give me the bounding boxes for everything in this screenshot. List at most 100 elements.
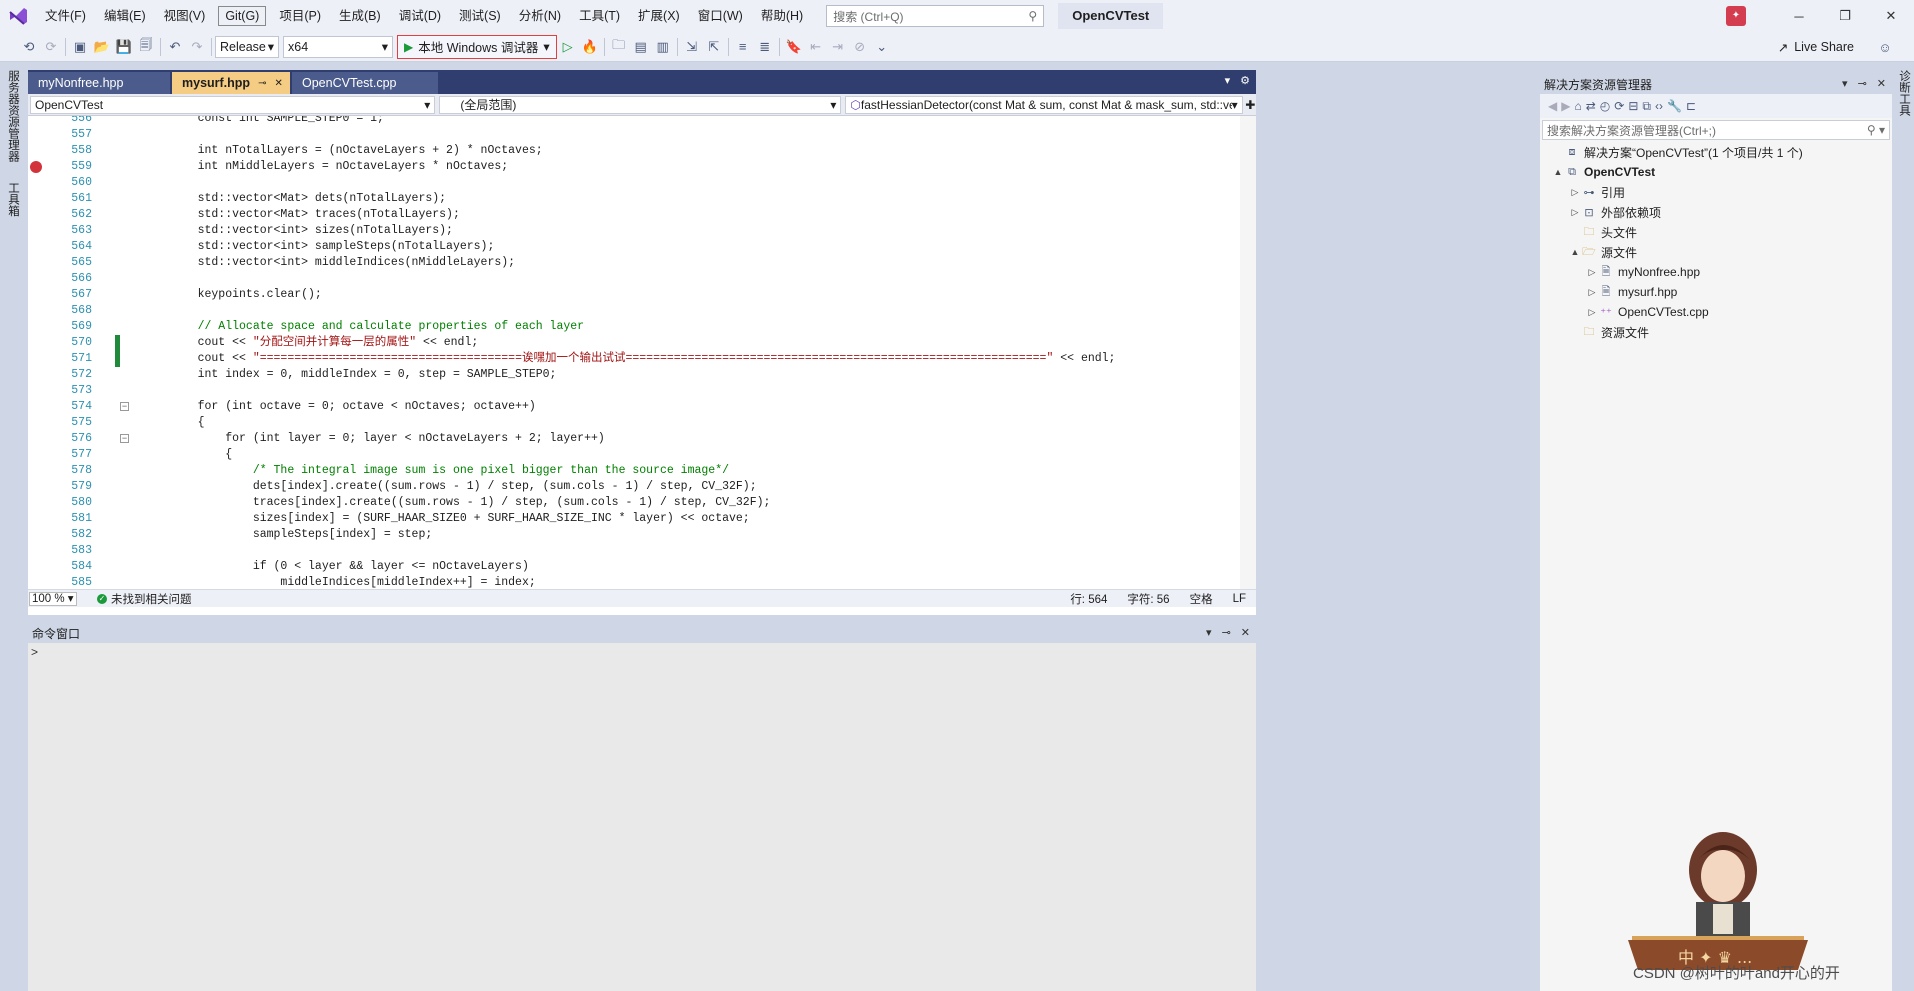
menu-item[interactable]: 帮助(H): [752, 0, 812, 32]
close-icon[interactable]: ✕: [1877, 77, 1886, 90]
tree-item[interactable]: ▲ ⧉ OpenCVTest: [1540, 162, 1892, 182]
code-line[interactable]: 578 /* The integral image sum is one pix…: [28, 463, 1228, 479]
collapse-all-icon[interactable]: ⊟: [1628, 99, 1638, 113]
tab-opencvtest[interactable]: OpenCVTest.cpp: [292, 72, 438, 94]
tree-item[interactable]: ▷ ⁺⁺ OpenCVTest.cpp: [1540, 302, 1892, 322]
visual-studio-logo-icon[interactable]: [0, 0, 36, 32]
tab-list-icon[interactable]: ▾: [1225, 74, 1231, 87]
next-bookmark-icon[interactable]: ⇥: [827, 36, 849, 58]
code-line[interactable]: 568: [28, 303, 1228, 319]
code-area[interactable]: 556 const int SAMPLE_STEP0 = 1; 557 558 in…: [28, 116, 1256, 589]
pin-icon[interactable]: ⊸: [1222, 626, 1231, 639]
code-line[interactable]: 557: [28, 127, 1228, 143]
fold-toggle-icon[interactable]: −: [120, 434, 129, 443]
vertical-scrollbar[interactable]: [1240, 116, 1256, 589]
account-icon[interactable]: ✦: [1726, 6, 1746, 26]
undo-icon[interactable]: ↶: [164, 36, 186, 58]
tree-item[interactable]: ▷ ⊶ 引用: [1540, 182, 1892, 202]
code-line[interactable]: 581 sizes[index] = (SURF_HAAR_SIZE0 + SU…: [28, 511, 1228, 527]
code-view-icon[interactable]: ‹›: [1655, 99, 1663, 113]
line-ending[interactable]: LF: [1233, 593, 1246, 605]
chevron-down-icon[interactable]: ▾: [1842, 77, 1848, 90]
scope-dropdown[interactable]: (全局范围) ▾: [439, 95, 842, 114]
code-line[interactable]: 570 cout << "分配空间并计算每一层的属性" << endl;: [28, 335, 1228, 351]
fold-toggle-icon[interactable]: −: [120, 402, 129, 411]
code-line[interactable]: 561 std::vector<Mat> dets(nTotalLayers);: [28, 191, 1228, 207]
expand-arrow-icon[interactable]: ▲: [1552, 167, 1564, 177]
menu-item[interactable]: Git(G): [218, 6, 267, 26]
menu-item[interactable]: 窗口(W): [689, 0, 752, 32]
pin-icon[interactable]: ⊸: [1858, 77, 1867, 90]
expand-arrow-icon[interactable]: ▷: [1569, 187, 1581, 198]
comment-icon[interactable]: ≡: [732, 36, 754, 58]
code-line[interactable]: 575 {: [28, 415, 1228, 431]
preview-icon[interactable]: ⊏: [1686, 99, 1696, 113]
pending-changes-icon[interactable]: ◴: [1600, 99, 1610, 113]
toolbar-overflow-icon[interactable]: ⌄: [871, 36, 893, 58]
expand-arrow-icon[interactable]: ▷: [1586, 267, 1598, 278]
split-icon[interactable]: ✚: [1245, 98, 1256, 112]
browse-folder-icon[interactable]: 🗀: [608, 36, 630, 58]
step-over-icon[interactable]: ⇱: [703, 36, 725, 58]
close-icon[interactable]: ✕: [1868, 8, 1914, 24]
code-line[interactable]: 577 {: [28, 447, 1228, 463]
menu-item[interactable]: 调试(D): [390, 0, 450, 32]
feedback-icon[interactable]: ☺: [1874, 36, 1896, 58]
home-icon[interactable]: ⌂: [1574, 99, 1581, 113]
settings-icon[interactable]: ⚙: [1240, 74, 1250, 87]
code-line[interactable]: 585 middleIndices[middleIndex++] = index…: [28, 575, 1228, 589]
menu-item[interactable]: 扩展(X): [629, 0, 689, 32]
tree-item[interactable]: 🗀 资源文件: [1540, 322, 1892, 342]
breakpoint-icon[interactable]: [30, 161, 42, 173]
code-line[interactable]: 572 int index = 0, middleIndex = 0, step…: [28, 367, 1228, 383]
menu-item[interactable]: 项目(P): [270, 0, 330, 32]
save-all-icon[interactable]: 🗐: [135, 36, 157, 58]
dock-icon[interactable]: ▥: [652, 36, 674, 58]
menu-item[interactable]: 分析(N): [510, 0, 570, 32]
tree-item[interactable]: ▲ 🗁 源文件: [1540, 242, 1892, 262]
new-project-icon[interactable]: ▣: [69, 36, 91, 58]
tab-mynonfree[interactable]: myNonfree.hpp: [28, 72, 170, 94]
toolbox-tab[interactable]: 工具箱: [5, 182, 21, 217]
code-line[interactable]: 576 for (int layer = 0; layer < nOctaveL…: [28, 431, 1228, 447]
code-line[interactable]: 566: [28, 271, 1228, 287]
start-without-debugging-icon[interactable]: ▷: [557, 36, 579, 58]
menu-item[interactable]: 文件(F): [36, 0, 95, 32]
menu-item[interactable]: 视图(V): [155, 0, 215, 32]
uncomment-icon[interactable]: ≣: [754, 36, 776, 58]
expand-arrow-icon[interactable]: ▷: [1586, 287, 1598, 298]
code-line[interactable]: 584 if (0 < layer && layer <= nOctaveLay…: [28, 559, 1228, 575]
solution-search-input[interactable]: 搜索解决方案资源管理器(Ctrl+;) ⚲ ▾: [1542, 120, 1890, 140]
configuration-select[interactable]: Release ▾: [215, 35, 279, 58]
menu-item[interactable]: 工具(T): [570, 0, 629, 32]
prev-bookmark-icon[interactable]: ⇤: [805, 36, 827, 58]
code-line[interactable]: 563 std::vector<int> sizes(nTotalLayers)…: [28, 223, 1228, 239]
code-line[interactable]: 569 // Allocate space and calculate prop…: [28, 319, 1228, 335]
redo-icon[interactable]: ↷: [186, 36, 208, 58]
open-folder-icon[interactable]: 📂: [91, 36, 113, 58]
menu-item[interactable]: 生成(B): [330, 0, 390, 32]
close-tab-icon[interactable]: ✕: [274, 78, 282, 89]
code-line[interactable]: 580 traces[index].create((sum.rows - 1) …: [28, 495, 1228, 511]
code-line[interactable]: 564 std::vector<int> sampleSteps(nTotalL…: [28, 239, 1228, 255]
expand-arrow-icon[interactable]: ▷: [1586, 307, 1598, 318]
tree-item[interactable]: 🗀 头文件: [1540, 222, 1892, 242]
code-line[interactable]: 571 cout << "===========================…: [28, 351, 1228, 367]
line-number[interactable]: 行: 564: [1070, 591, 1107, 607]
code-line[interactable]: 567 keypoints.clear();: [28, 287, 1228, 303]
code-line[interactable]: 562 std::vector<Mat> traces(nTotalLayers…: [28, 207, 1228, 223]
sync-icon[interactable]: ⟳: [1614, 99, 1624, 113]
zoom-select[interactable]: 100 % ▾: [29, 591, 77, 606]
menu-item[interactable]: 测试(S): [450, 0, 510, 32]
tree-item[interactable]: ▷ 🗎 mysurf.hpp: [1540, 282, 1892, 302]
switch-views-icon[interactable]: ⇄: [1586, 99, 1596, 113]
save-icon[interactable]: 💾: [113, 36, 135, 58]
diagnostic-tools-tab[interactable]: 诊断工具: [1896, 70, 1912, 116]
close-icon[interactable]: ✕: [1241, 626, 1250, 639]
code-line[interactable]: 565 std::vector<int> middleIndices(nMidd…: [28, 255, 1228, 271]
command-input[interactable]: >: [28, 643, 1256, 991]
whitespace-mode[interactable]: 空格: [1190, 591, 1213, 607]
global-search-input[interactable]: 搜索 (Ctrl+Q) ⚲: [826, 5, 1045, 27]
code-line[interactable]: 558 int nTotalLayers = (nOctaveLayers + …: [28, 143, 1228, 159]
forward-icon[interactable]: ⟳: [40, 36, 62, 58]
